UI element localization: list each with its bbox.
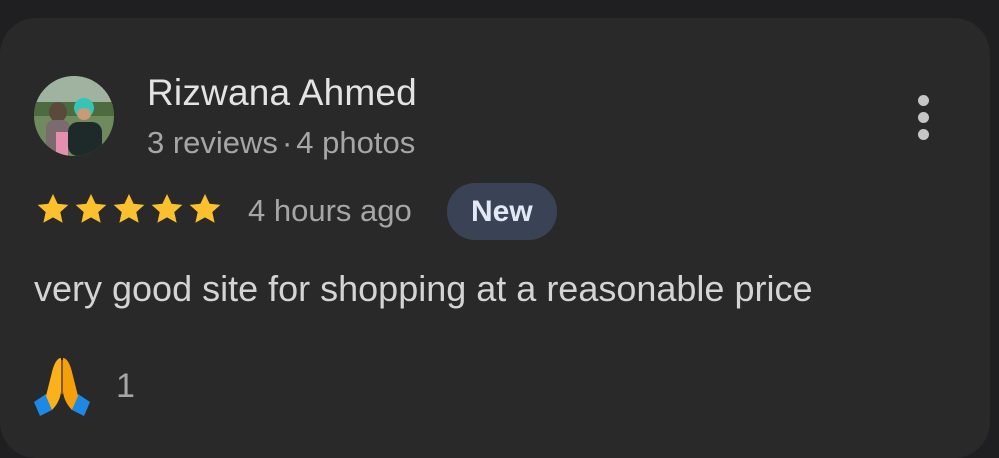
folded-hands-icon — [34, 358, 90, 416]
reaction-button[interactable]: 1 — [30, 354, 135, 418]
reviewer-name[interactable]: Rizwana Ahmed — [147, 72, 417, 114]
star-icon — [75, 193, 107, 223]
star-icon — [189, 193, 221, 223]
reviewer-avatar[interactable] — [34, 76, 114, 156]
more-vertical-icon — [917, 94, 929, 140]
photo-count: 4 photos — [296, 125, 416, 160]
reaction-count: 1 — [116, 366, 135, 405]
meta-separator: · — [281, 125, 293, 160]
avatar-photo — [34, 76, 114, 156]
more-options-button[interactable] — [898, 86, 948, 148]
star-icon — [37, 193, 69, 223]
reviewer-stats: 3 reviews · 4 photos — [147, 125, 415, 161]
review-count: 3 reviews — [147, 125, 278, 160]
new-badge: New — [447, 183, 557, 240]
star-icon — [113, 193, 145, 223]
star-rating — [34, 190, 224, 228]
review-time: 4 hours ago — [248, 193, 412, 228]
review-text: very good site for shopping at a reasona… — [34, 268, 813, 309]
review-card: Rizwana Ahmed 3 reviews · 4 photos 4 hours… — [0, 18, 990, 458]
star-icon — [151, 193, 183, 223]
